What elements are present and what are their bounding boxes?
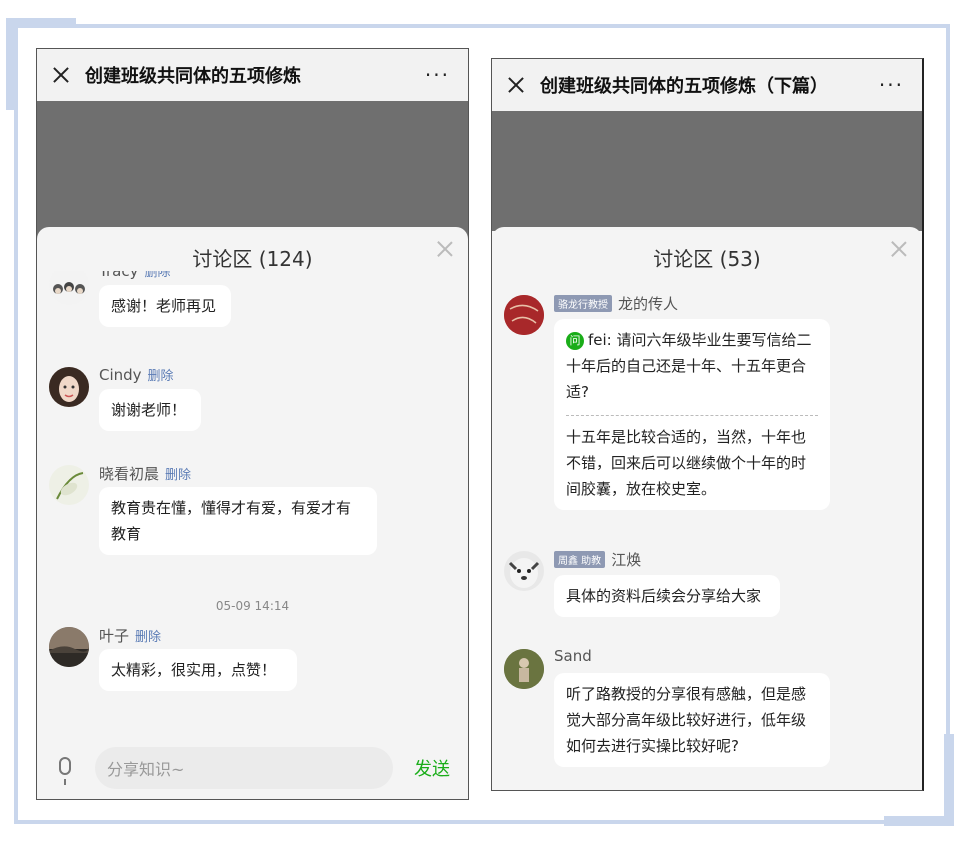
delete-link[interactable]: 删除 (144, 271, 170, 280)
comment-list[interactable]: Tracy 删除 感谢！老师再见 Cindy 删除 谢谢老师！ (37, 271, 468, 737)
close-sheet-icon[interactable] (890, 239, 908, 257)
comment-bubble: 太精彩，很实用，点赞！ (99, 649, 297, 691)
close-icon[interactable] (506, 75, 526, 95)
comment-bubble: 感谢！老师再见 (99, 285, 231, 327)
comment-list[interactable]: 骆龙行教授 龙的传人 问 fei: 请问六年级毕业生要写信给二十年后的自己还是十年… (492, 271, 922, 790)
more-button[interactable]: ··· (879, 73, 904, 97)
answer-text: 十五年是比较合适的，当然，十年也不错，回来后可以继续做个十年的时间胶囊，放在校史… (566, 428, 807, 498)
close-icon[interactable] (51, 65, 71, 85)
frame-corner-top-left-vertical (6, 18, 16, 110)
close-sheet-icon[interactable] (436, 239, 454, 257)
author-name: 晓看初晨 (99, 465, 160, 483)
delete-link[interactable]: 删除 (165, 464, 191, 483)
right-screenshot: 创建班级共同体的五项修炼（下篇） ··· 讨论区 (53) 骆龙行教授 龙的传人… (491, 58, 924, 791)
author-name: 龙的传人 (618, 295, 679, 313)
timestamp: 05-09 14:14 (215, 599, 290, 613)
discussion-title: 讨论区 (53) (653, 247, 761, 271)
frame-corner-top-left (6, 18, 76, 28)
page-title: 创建班级共同体的五项修炼 (85, 66, 301, 87)
frame-corner-bottom-right-vertical (944, 734, 954, 826)
question: 问 fei: 请问六年级毕业生要写信给二十年后的自己还是十年、十五年更合适? (566, 327, 818, 405)
role-tag: 周鑫 助教 (554, 551, 606, 568)
divider (566, 415, 818, 416)
comment-input[interactable]: 分享知识~ (95, 747, 393, 789)
avatar (504, 649, 544, 689)
author-name: Sand (554, 647, 592, 665)
question-icon: 问 (566, 331, 584, 350)
avatar (49, 627, 89, 667)
author-name: 江焕 (611, 551, 642, 569)
page-title: 创建班级共同体的五项修炼（下篇） (540, 76, 828, 97)
comment-bubble: 具体的资料后续会分享给大家 (554, 575, 780, 617)
avatar (49, 367, 89, 407)
avatar (49, 465, 89, 505)
more-button[interactable]: ··· (425, 63, 450, 87)
avatar (49, 271, 89, 305)
comment-author-row: 晓看初晨 删除 (99, 463, 191, 484)
comment-author-row: 周鑫 助教 江焕 (554, 549, 641, 570)
input-bar: 分享知识~ 发送 (37, 737, 468, 799)
avatar (504, 295, 544, 335)
author-name: Cindy (99, 365, 142, 384)
video-area[interactable] (492, 111, 922, 231)
comment-author-row: Tracy 删除 (99, 271, 170, 280)
comment-author-row: 骆龙行教授 龙的传人 (554, 293, 678, 314)
comment-bubble: 教育贵在懂，懂得才有爱，有爱才有教育 (99, 487, 377, 555)
discussion-sheet: 讨论区 (53) 骆龙行教授 龙的传人 问 fei: 请问六年级毕业生要写信给二十… (492, 227, 922, 790)
delete-link[interactable]: 删除 (135, 626, 161, 645)
comment-author-row: Sand (554, 647, 592, 665)
avatar (504, 551, 544, 591)
qa-bubble: 问 fei: 请问六年级毕业生要写信给二十年后的自己还是十年、十五年更合适? 十五… (554, 319, 830, 510)
comment-bubble: 谢谢老师！ (99, 389, 201, 431)
title-bar: 创建班级共同体的五项修炼 ··· (37, 49, 468, 101)
left-screenshot: 创建班级共同体的五项修炼 ··· 讨论区 (124) Tracy 删除 感谢！老… (36, 48, 469, 800)
discussion-title: 讨论区 (124) (192, 247, 313, 271)
role-tag: 骆龙行教授 (554, 295, 612, 312)
author-name: Tracy (99, 271, 138, 280)
comment-author-row: Cindy 删除 (99, 365, 174, 385)
microphone-icon[interactable] (59, 757, 71, 785)
comment-bubble: 听了路教授的分享很有感触，但是感觉大部分高年级比较好进行，低年级如何去进行实操比… (554, 673, 830, 767)
comment-author-row: 叶子 删除 (99, 625, 161, 646)
author-name: 叶子 (99, 627, 130, 645)
delete-link[interactable]: 删除 (148, 365, 174, 384)
discussion-sheet: 讨论区 (124) Tracy 删除 感谢！老师再见 (37, 227, 468, 799)
question-text: fei: 请问六年级毕业生要写信给二十年后的自己还是十年、十五年更合适? (566, 331, 812, 401)
send-button[interactable]: 发送 (414, 755, 450, 781)
title-bar: 创建班级共同体的五项修炼（下篇） ··· (492, 59, 922, 111)
